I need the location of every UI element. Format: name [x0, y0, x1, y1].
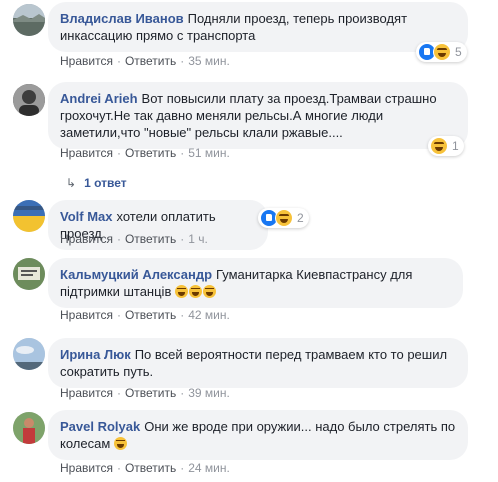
separator-dot: · [116, 232, 121, 246]
comment-author[interactable]: Pavel Rolyak [60, 419, 140, 434]
sky-photo-icon [13, 338, 45, 370]
landscape-photo-icon [13, 4, 45, 36]
reply-button[interactable]: Ответить [125, 461, 176, 475]
comment-author[interactable]: Владислав Иванов [60, 11, 184, 26]
separator-dot: · [180, 308, 185, 322]
outdoor-photo-icon [13, 412, 45, 444]
comment-actions: Нравится · Ответить · 35 мин. [60, 54, 230, 68]
replies-count[interactable]: 1 ответ [84, 176, 127, 190]
comment-bubble: Andrei Arieh Вот повысили плату за проезд… [48, 82, 468, 149]
comment-bubble: Кальмуцкий Александр Гуманитарка Киевпаст… [48, 258, 463, 308]
comment-actions: Нравится · Ответить · 39 мин. [60, 386, 230, 400]
reactions-summary[interactable]: 2 [258, 208, 309, 228]
comment-bubble: Ирина Люк По всей вероятности перед трамв… [48, 338, 468, 388]
grin-emoji-icon [174, 285, 188, 298]
comment-time[interactable]: 24 мин. [188, 461, 230, 475]
avatar[interactable] [13, 412, 45, 444]
view-replies-link[interactable]: ↳ 1 ответ [66, 176, 127, 190]
like-button[interactable]: Нравится [60, 146, 113, 160]
comment-bubble: Владислав Иванов Подняли проезд, теперь п… [48, 2, 468, 52]
comment-time[interactable]: 42 мин. [188, 308, 230, 322]
avatar[interactable] [13, 338, 45, 370]
separator-dot: · [180, 386, 185, 400]
like-button[interactable]: Нравится [60, 461, 113, 475]
comment-time[interactable]: 1 ч. [188, 232, 208, 246]
comment-bubble: Pavel Rolyak Они же вроде при оружии... н… [48, 410, 468, 460]
haha-reaction-icon [275, 209, 293, 227]
reply-arrow-icon: ↳ [66, 176, 77, 190]
comment-author[interactable]: Ирина Люк [60, 347, 131, 362]
avatar[interactable] [13, 200, 45, 232]
reactions-summary[interactable]: 1 [428, 136, 464, 156]
reply-button[interactable]: Ответить [125, 146, 176, 160]
reply-button[interactable]: Ответить [125, 308, 176, 322]
separator-dot: · [180, 54, 185, 68]
haha-reaction-icon [433, 43, 451, 61]
like-button[interactable]: Нравится [60, 386, 113, 400]
grin-emoji-icon [188, 285, 202, 298]
avatar[interactable] [13, 84, 45, 116]
reaction-count: 5 [455, 45, 462, 59]
comment-author[interactable]: Andrei Arieh [60, 91, 138, 106]
separator-dot: · [116, 461, 121, 475]
separator-dot: · [116, 386, 121, 400]
comment-actions: Нравится · Ответить · 1 ч. [60, 232, 208, 246]
separator-dot: · [180, 146, 185, 160]
comment-author[interactable]: Кальмуцкий Александр [60, 267, 212, 282]
like-button[interactable]: Нравится [60, 232, 113, 246]
comment-time[interactable]: 39 мин. [188, 386, 230, 400]
separator-dot: · [180, 232, 185, 246]
reply-button[interactable]: Ответить [125, 232, 176, 246]
reaction-count: 2 [297, 211, 304, 225]
comment-actions: Нравится · Ответить · 51 мин. [60, 146, 230, 160]
reply-button[interactable]: Ответить [125, 54, 176, 68]
sign-photo-icon [13, 258, 45, 290]
comment-time[interactable]: 35 мин. [188, 54, 230, 68]
flag-photo-icon [13, 200, 45, 232]
grin-emoji-icon [113, 437, 127, 450]
comment-author[interactable]: Volf Max [60, 209, 113, 224]
separator-dot: · [116, 308, 121, 322]
avatar[interactable] [13, 258, 45, 290]
reaction-count: 1 [452, 139, 459, 153]
reactions-summary[interactable]: 5 [416, 42, 467, 62]
separator-dot: · [180, 461, 185, 475]
haha-reaction-icon [430, 137, 448, 155]
separator-dot: · [116, 146, 121, 160]
comment-actions: Нравится · Ответить · 24 мин. [60, 461, 230, 475]
portrait-photo-icon [13, 84, 45, 116]
comment-time[interactable]: 51 мин. [188, 146, 230, 160]
separator-dot: · [116, 54, 121, 68]
comment-actions: Нравится · Ответить · 42 мин. [60, 308, 230, 322]
avatar[interactable] [13, 4, 45, 36]
grin-emoji-icon [202, 285, 216, 298]
like-button[interactable]: Нравится [60, 308, 113, 322]
like-button[interactable]: Нравится [60, 54, 113, 68]
reply-button[interactable]: Ответить [125, 386, 176, 400]
